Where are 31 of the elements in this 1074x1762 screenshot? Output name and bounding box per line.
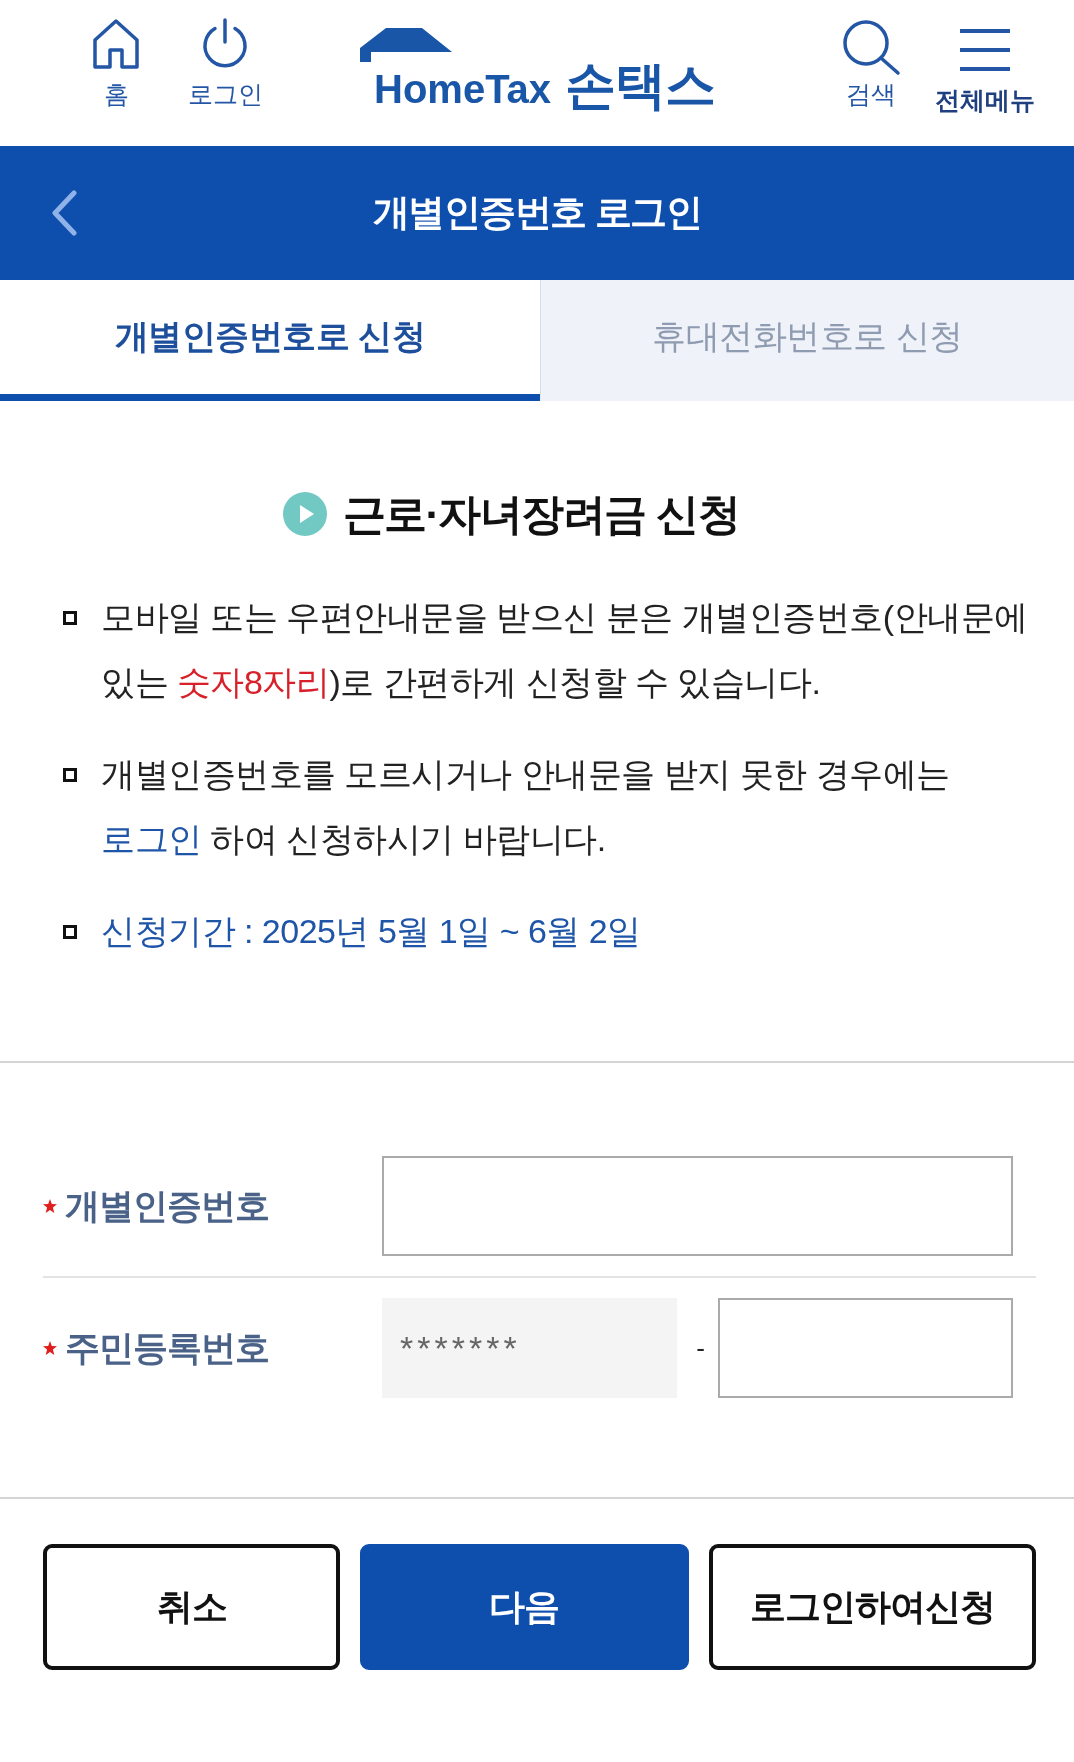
page-title: 개별인증번호 로그인 xyxy=(372,191,702,235)
chevron-left-icon xyxy=(50,190,78,236)
field-label: 주민등록번호 xyxy=(65,1326,269,1369)
input-field[interactable] xyxy=(717,1298,1013,1398)
section-title: 근로·자녀장려금 신청 xyxy=(342,489,740,540)
power-icon xyxy=(200,18,250,68)
search-icon xyxy=(841,18,902,76)
menu-button[interactable]: 전체메뉴 xyxy=(931,18,1040,113)
search-button[interactable]: 검색 xyxy=(833,18,910,107)
home-button[interactable]: 홈 xyxy=(81,18,151,107)
login-apply-button[interactable]: 로그인하여신청 xyxy=(708,1544,1036,1670)
dash-separator: - xyxy=(696,1332,705,1364)
back-button[interactable] xyxy=(50,190,78,236)
logo-text: 손택스 xyxy=(565,60,716,111)
notice-text: 신청기간 : 2025년 5월 1일 ~ 6월 2일 xyxy=(101,911,642,952)
play-circle-icon xyxy=(282,492,327,536)
house-roof-icon xyxy=(360,28,452,62)
square-bullet-icon xyxy=(63,925,77,939)
square-bullet-icon xyxy=(63,611,77,625)
square-bullet-icon xyxy=(63,768,77,782)
text-link[interactable]: 로그인 xyxy=(101,820,202,858)
menu-icon xyxy=(958,28,1013,72)
field-label: 개별인증번호 xyxy=(65,1184,269,1227)
login-button[interactable]: 로그인 xyxy=(180,18,270,107)
home-icon xyxy=(91,18,141,70)
logo-text: HomeTax xyxy=(374,69,552,109)
notice-text: 모바일 또는 우편안내문을 받으신 분은 개별인증번호(안내문에 있는 숫자8자리)로 간편하게 신청할 수 있습니다. xyxy=(101,597,1029,703)
next-button[interactable]: 다음 xyxy=(360,1544,689,1670)
cancel-button[interactable]: 취소 xyxy=(43,1544,341,1670)
notice-text: 개별인증번호를 모르시거나 안내문을 받지 못한 경우에는 로그인 하여 신청하시기 바랍니다. xyxy=(101,754,951,860)
input-field[interactable] xyxy=(382,1156,1013,1256)
